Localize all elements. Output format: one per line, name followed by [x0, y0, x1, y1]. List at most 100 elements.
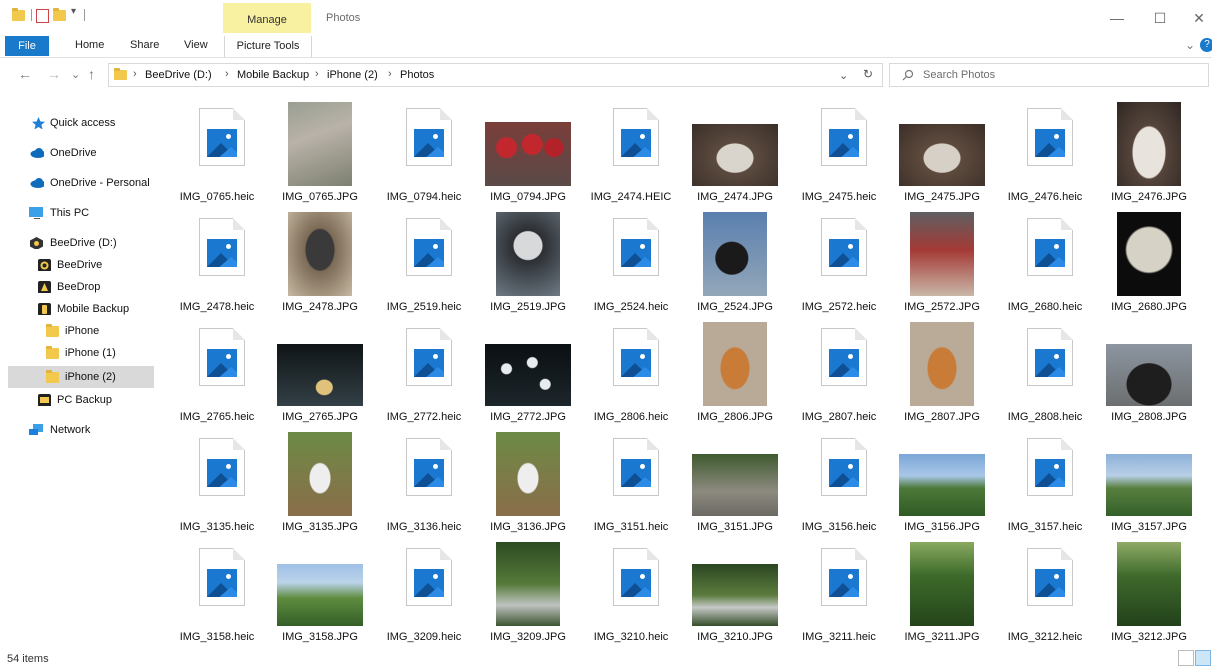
breadcrumb-mobile-backup[interactable]: Mobile Backup	[237, 69, 309, 81]
file-item[interactable]: IMG_3136.JPG	[476, 430, 580, 536]
file-item[interactable]: IMG_3157.JPG	[1097, 430, 1201, 536]
file-item[interactable]: IMG_3156.heic	[787, 430, 891, 536]
breadcrumb-separator[interactable]: ›	[315, 68, 319, 80]
search-box[interactable]: Search Photos	[889, 63, 1209, 87]
file-item[interactable]: IMG_2572.JPG	[890, 210, 994, 316]
file-item[interactable]: IMG_2807.JPG	[890, 320, 994, 426]
file-item[interactable]: IMG_0765.JPG	[268, 100, 372, 206]
qa-dropdown-icon[interactable]: ▾	[71, 6, 76, 17]
file-item[interactable]: IMG_3211.heic	[787, 540, 891, 646]
file-item[interactable]: IMG_2765.heic	[165, 320, 269, 426]
tab-home[interactable]: Home	[75, 39, 104, 51]
breadcrumb-separator[interactable]: ›	[225, 68, 229, 80]
file-item[interactable]: IMG_0794.JPG	[476, 100, 580, 206]
file-item[interactable]: IMG_2524.heic	[579, 210, 683, 316]
sidebar-item-beedrive-d[interactable]: BeeDrive (D:)	[20, 232, 150, 254]
file-item[interactable]: IMG_3158.heic	[165, 540, 269, 646]
file-item[interactable]: IMG_3209.JPG	[476, 540, 580, 646]
file-item[interactable]: IMG_2806.JPG	[683, 320, 787, 426]
breadcrumb-iphone-2[interactable]: iPhone (2)	[327, 69, 378, 81]
sidebar-item-pc-backup[interactable]: PC Backup	[20, 389, 150, 411]
sidebar-item-iphone[interactable]: iPhone	[20, 320, 150, 342]
file-item[interactable]: IMG_3151.heic	[579, 430, 683, 536]
expand-ribbon-icon[interactable]: ⌄	[1185, 38, 1195, 52]
file-item[interactable]: IMG_2474.HEIC	[579, 100, 683, 206]
sidebar-item-beedrop[interactable]: BeeDrop	[20, 276, 150, 298]
sidebar-item-beedrive[interactable]: BeeDrive	[20, 254, 150, 276]
file-item[interactable]: IMG_3212.heic	[993, 540, 1097, 646]
file-item[interactable]: IMG_2572.heic	[787, 210, 891, 316]
details-view-button[interactable]	[1178, 650, 1194, 666]
sidebar-item-label: BeeDrop	[57, 281, 101, 293]
file-item[interactable]: IMG_3135.JPG	[268, 430, 372, 536]
back-button[interactable]: ←	[18, 66, 32, 82]
breadcrumb-separator[interactable]: ›	[133, 68, 137, 80]
navigation-bar: ← → ⌄ ↑ › BeeDrive (D:) › Mobile Backup …	[0, 58, 1212, 92]
image-file-icon	[1027, 438, 1073, 496]
tab-share[interactable]: Share	[130, 39, 159, 51]
sidebar-item-mobile-backup[interactable]: Mobile Backup	[20, 298, 150, 320]
forward-button[interactable]: →	[47, 66, 61, 82]
file-item[interactable]: IMG_2519.JPG	[476, 210, 580, 316]
file-item[interactable]: IMG_3209.heic	[372, 540, 476, 646]
file-item[interactable]: IMG_2807.heic	[787, 320, 891, 426]
file-item[interactable]: IMG_2519.heic	[372, 210, 476, 316]
refresh-icon[interactable]: ↻	[863, 67, 873, 81]
file-item[interactable]: IMG_2772.heic	[372, 320, 476, 426]
file-item[interactable]: IMG_3211.JPG	[890, 540, 994, 646]
file-item[interactable]: IMG_2474.JPG	[683, 100, 787, 206]
sidebar-item-onedrive-personal[interactable]: OneDrive - Personal	[20, 172, 158, 194]
recent-locations-button[interactable]: ⌄	[71, 68, 80, 81]
file-item[interactable]: IMG_3158.JPG	[268, 540, 372, 646]
large-icons-view-button[interactable]	[1195, 650, 1211, 666]
file-item[interactable]: IMG_2808.JPG	[1097, 320, 1201, 426]
file-item[interactable]: IMG_2476.heic	[993, 100, 1097, 206]
file-item[interactable]: IMG_3157.heic	[993, 430, 1097, 536]
breadcrumb-beedrive[interactable]: BeeDrive (D:)	[145, 69, 212, 81]
maximize-button[interactable]: ☐	[1145, 6, 1175, 30]
file-item[interactable]: IMG_0765.heic	[165, 100, 269, 206]
file-item[interactable]: IMG_2772.JPG	[476, 320, 580, 426]
sidebar-item-onedrive[interactable]: OneDrive	[20, 142, 150, 164]
file-item[interactable]: IMG_2680.heic	[993, 210, 1097, 316]
file-item[interactable]: IMG_0794.heic	[372, 100, 476, 206]
sidebar-item-iphone-2[interactable]: iPhone (2)	[8, 366, 154, 388]
file-item[interactable]: IMG_2680.JPG	[1097, 210, 1201, 316]
tab-view[interactable]: View	[184, 39, 208, 51]
file-item[interactable]: IMG_3210.JPG	[683, 540, 787, 646]
sidebar-item-network[interactable]: Network	[20, 419, 150, 441]
sidebar-item-iphone-1[interactable]: iPhone (1)	[20, 342, 150, 364]
breadcrumb-separator[interactable]: ›	[388, 68, 392, 80]
file-item[interactable]: IMG_2476.JPG	[1097, 100, 1201, 206]
up-button[interactable]: ↑	[88, 66, 95, 82]
file-item[interactable]: IMG_2808.heic	[993, 320, 1097, 426]
properties-icon[interactable]	[36, 9, 49, 23]
minimize-button[interactable]: —	[1102, 6, 1132, 30]
file-item[interactable]: IMG_2478.JPG	[268, 210, 372, 316]
file-item[interactable]: IMG_2524.JPG	[683, 210, 787, 316]
help-icon[interactable]: ?	[1200, 38, 1212, 52]
sidebar-item-quick-access[interactable]: Quick access	[20, 112, 150, 134]
file-item[interactable]: IMG_2806.heic	[579, 320, 683, 426]
file-thumbnail	[890, 210, 994, 298]
new-folder-icon[interactable]	[53, 8, 66, 21]
address-bar[interactable]: › BeeDrive (D:) › Mobile Backup › iPhone…	[108, 63, 883, 87]
file-item[interactable]: IMG_2475.heic	[787, 100, 891, 206]
tab-picture-tools[interactable]: Picture Tools	[224, 36, 312, 57]
close-button[interactable]: ✕	[1184, 6, 1212, 30]
address-dropdown-icon[interactable]: ⌄	[839, 69, 848, 82]
file-name: IMG_2808.JPG	[1111, 411, 1187, 423]
file-item[interactable]: IMG_3212.JPG	[1097, 540, 1201, 646]
file-item[interactable]: IMG_3210.heic	[579, 540, 683, 646]
file-item[interactable]: IMG_3136.heic	[372, 430, 476, 536]
file-item[interactable]: IMG_3135.heic	[165, 430, 269, 536]
file-item[interactable]: IMG_3151.JPG	[683, 430, 787, 536]
file-thumbnail	[165, 430, 269, 518]
file-item[interactable]: IMG_2478.heic	[165, 210, 269, 316]
sidebar-item-this-pc[interactable]: This PC	[20, 202, 150, 224]
tab-file[interactable]: File	[5, 36, 49, 56]
file-item[interactable]: IMG_3156.JPG	[890, 430, 994, 536]
file-item[interactable]: IMG_2765.JPG	[268, 320, 372, 426]
file-item[interactable]: IMG_2475.JPG	[890, 100, 994, 206]
breadcrumb-photos[interactable]: Photos	[400, 69, 434, 81]
